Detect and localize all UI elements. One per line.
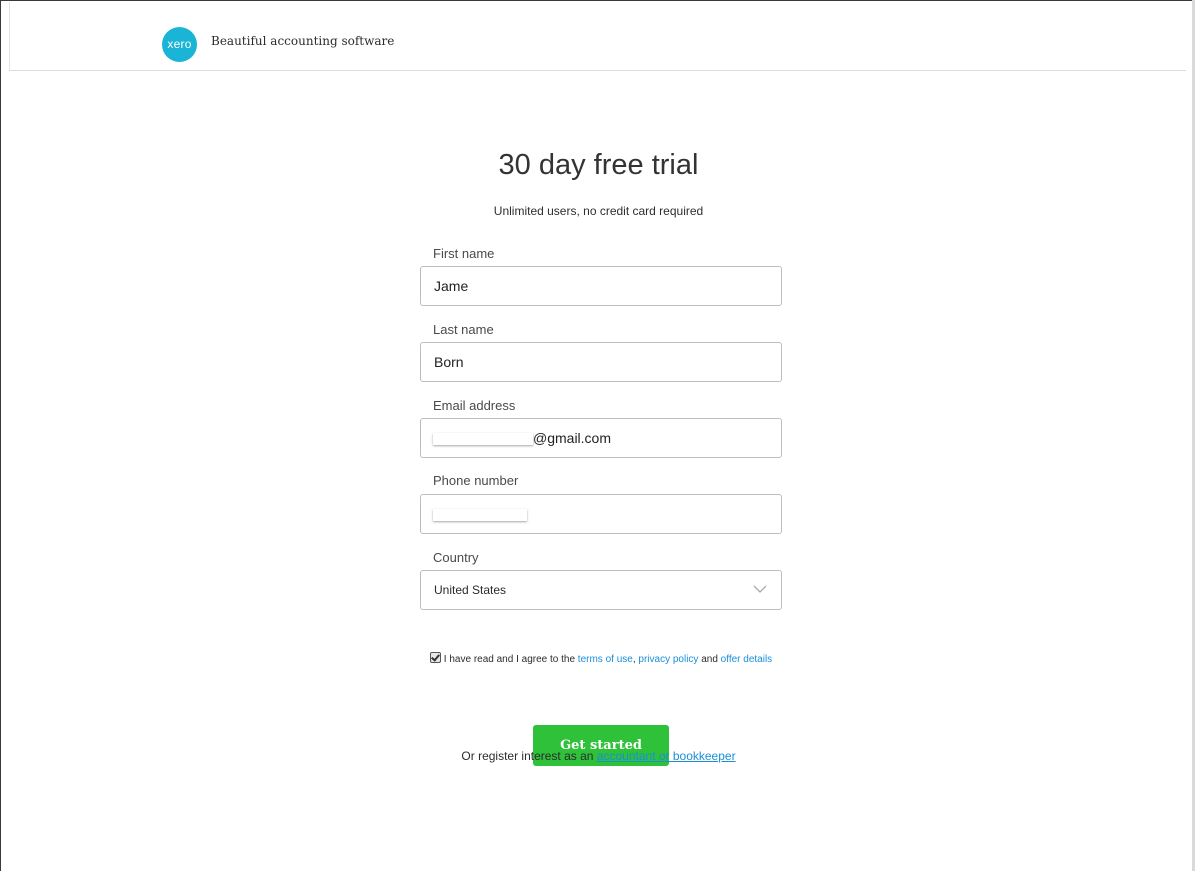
terms-of-use-link[interactable]: terms of use: [578, 654, 633, 665]
country-select[interactable]: United States: [420, 570, 782, 610]
accountant-bookkeeper-link[interactable]: accountant or bookkeeper: [597, 749, 736, 763]
offer-details-link[interactable]: offer details: [721, 654, 773, 665]
page-title: 30 day free trial: [498, 149, 699, 181]
register-prefix: Or register interest as an: [461, 749, 594, 763]
page-subtitle: Unlimited users, no credit card required: [493, 204, 704, 218]
first-name-label: First name: [433, 246, 495, 261]
agree-comma: ,: [632, 654, 636, 665]
chevron-down-icon: [753, 585, 767, 593]
site-header: xero Beautiful accounting software: [9, 2, 1186, 71]
page: xero Beautiful accounting software 30 da…: [0, 0, 1195, 871]
terms-agreement: I have read and I agree to the terms of …: [421, 649, 781, 671]
country-label: Country: [433, 550, 479, 565]
phone-label: Phone number: [433, 473, 519, 488]
agree-prefix: I have read and I agree to the: [443, 654, 576, 665]
header-tagline: Beautiful accounting software: [211, 34, 395, 48]
phone-field[interactable]: [420, 494, 782, 534]
register-interest: Or register interest as an accountant or…: [1, 749, 1195, 763]
agree-and: and: [701, 654, 718, 665]
xero-logo[interactable]: xero: [162, 27, 197, 62]
email-domain-value: @gmail.com: [533, 430, 612, 446]
privacy-policy-link[interactable]: privacy policy: [638, 654, 698, 665]
last-name-label: Last name: [433, 322, 494, 337]
email-label: Email address: [433, 398, 516, 413]
last-name-field[interactable]: Born: [420, 342, 782, 382]
email-field[interactable]: @gmail.com: [420, 418, 782, 458]
last-name-value: Born: [434, 354, 464, 370]
email-redaction: [433, 433, 533, 445]
country-selected-value: United States: [434, 583, 507, 597]
first-name-value: Jame: [434, 278, 469, 294]
agree-checkbox[interactable]: [429, 652, 441, 663]
first-name-field[interactable]: Jame: [420, 266, 782, 306]
phone-redaction: [433, 509, 527, 521]
